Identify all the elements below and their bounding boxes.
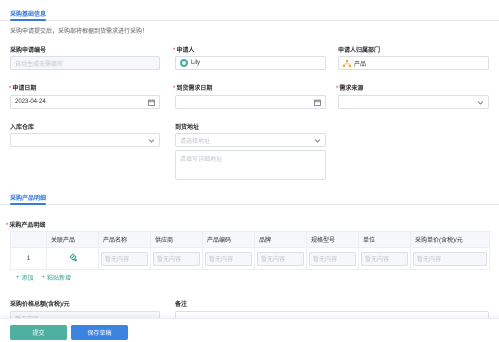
demand-source-label: *需求来源 [336, 86, 364, 92]
org-chart-icon [343, 59, 351, 67]
column-header: 产品名称 [98, 231, 151, 248]
request-no-label: 采购申请编号 [10, 48, 47, 54]
request-no-input: 自动生成无需填写 [10, 56, 160, 70]
link-product-icon[interactable] [68, 253, 78, 262]
product-name-cell[interactable]: 暂无内容 [101, 251, 148, 266]
section-underline [10, 19, 46, 21]
demand-source-select[interactable] [338, 95, 489, 109]
paste-add-button[interactable]: + 粘贴新增 [41, 273, 72, 283]
apply-date-label: *申请日期 [9, 86, 37, 92]
total-price-label: 采购价格总额(含税)/元 [10, 302, 70, 308]
table-row: 1 暂无内容 暂无内容 暂无内容 暂无内容 暂无内容 暂无内容 暂无内容 [10, 247, 490, 270]
apply-date-picker[interactable]: 2023-04-24 [10, 95, 160, 109]
link-product-cell[interactable] [46, 247, 99, 270]
add-row-button[interactable]: + 添加 [16, 273, 34, 283]
department-label: 申请人归属部门 [338, 48, 381, 54]
table-header-row: 关联产品 产品名称 供应商 产品编码 品牌 规格型号 单位 采购单价(含税)/元 [10, 231, 490, 248]
plus-icon: + [41, 274, 46, 281]
row-index: 1 [10, 247, 47, 270]
section-title-basic: 采购基础信息 [10, 12, 47, 18]
warehouse-select[interactable] [10, 133, 160, 147]
column-header: 规格型号 [306, 231, 359, 248]
chevron-down-icon [314, 139, 321, 143]
spec-cell[interactable]: 暂无内容 [309, 251, 356, 266]
applicant-label: *申请人 [173, 48, 195, 54]
column-header: 关联产品 [46, 231, 99, 248]
column-header: 采购单价(含税)/元 [410, 231, 490, 248]
chevron-down-icon [477, 101, 484, 105]
section-divider [0, 204, 499, 205]
column-header [10, 231, 47, 248]
section-title-products: 采购产品明细 [10, 196, 47, 202]
applicant-field[interactable]: Lily [175, 56, 326, 70]
warehouse-label: 入库仓库 [10, 125, 35, 131]
apply-date-value: 2023-04-24 [15, 99, 46, 105]
calendar-icon [148, 99, 155, 106]
info-note: 采购申请提交后，采购部将根据到货需求进行采购！ [10, 29, 149, 35]
price-cell[interactable]: 暂无内容 [413, 251, 487, 266]
section-divider [0, 20, 499, 21]
submit-button[interactable]: 提交 [10, 325, 67, 340]
column-header: 供应商 [150, 231, 203, 248]
unit-cell[interactable]: 暂无内容 [361, 251, 408, 266]
applicant-value: Lily [191, 60, 201, 66]
column-header: 单位 [358, 231, 411, 248]
product-table: 关联产品 产品名称 供应商 产品编码 品牌 规格型号 单位 采购单价(含税)/元… [10, 231, 490, 270]
address-select[interactable]: 请选择地址 [175, 133, 326, 147]
supplier-cell[interactable]: 暂无内容 [153, 251, 200, 266]
chevron-down-icon [148, 139, 155, 143]
product-code-cell[interactable]: 暂无内容 [205, 251, 252, 266]
address-label: 到货地址 [175, 125, 200, 131]
section-underline [10, 203, 46, 205]
column-header: 产品编码 [202, 231, 255, 248]
arrival-date-picker[interactable] [175, 95, 326, 109]
address-detail-textarea[interactable]: 请填写详细地址 [175, 150, 326, 180]
footer-bar: 提交 保存草稿 [0, 318, 499, 342]
column-header: 品牌 [254, 231, 307, 248]
calendar-icon [314, 99, 321, 106]
address-select-placeholder: 请选择地址 [180, 138, 211, 145]
brand-cell[interactable]: 暂无内容 [257, 251, 304, 266]
arrival-date-label: *到货需求日期 [173, 86, 213, 92]
save-draft-button[interactable]: 保存草稿 [71, 325, 128, 340]
product-table-label: *采购产品明细 [6, 223, 46, 229]
table-actions: + 添加 + 粘贴新增 [16, 273, 72, 283]
department-value: 产品 [354, 61, 367, 68]
plus-icon: + [16, 274, 20, 281]
avatar [180, 59, 188, 67]
department-field[interactable]: 产品 [338, 56, 489, 70]
remark-label: 备注 [175, 302, 188, 308]
